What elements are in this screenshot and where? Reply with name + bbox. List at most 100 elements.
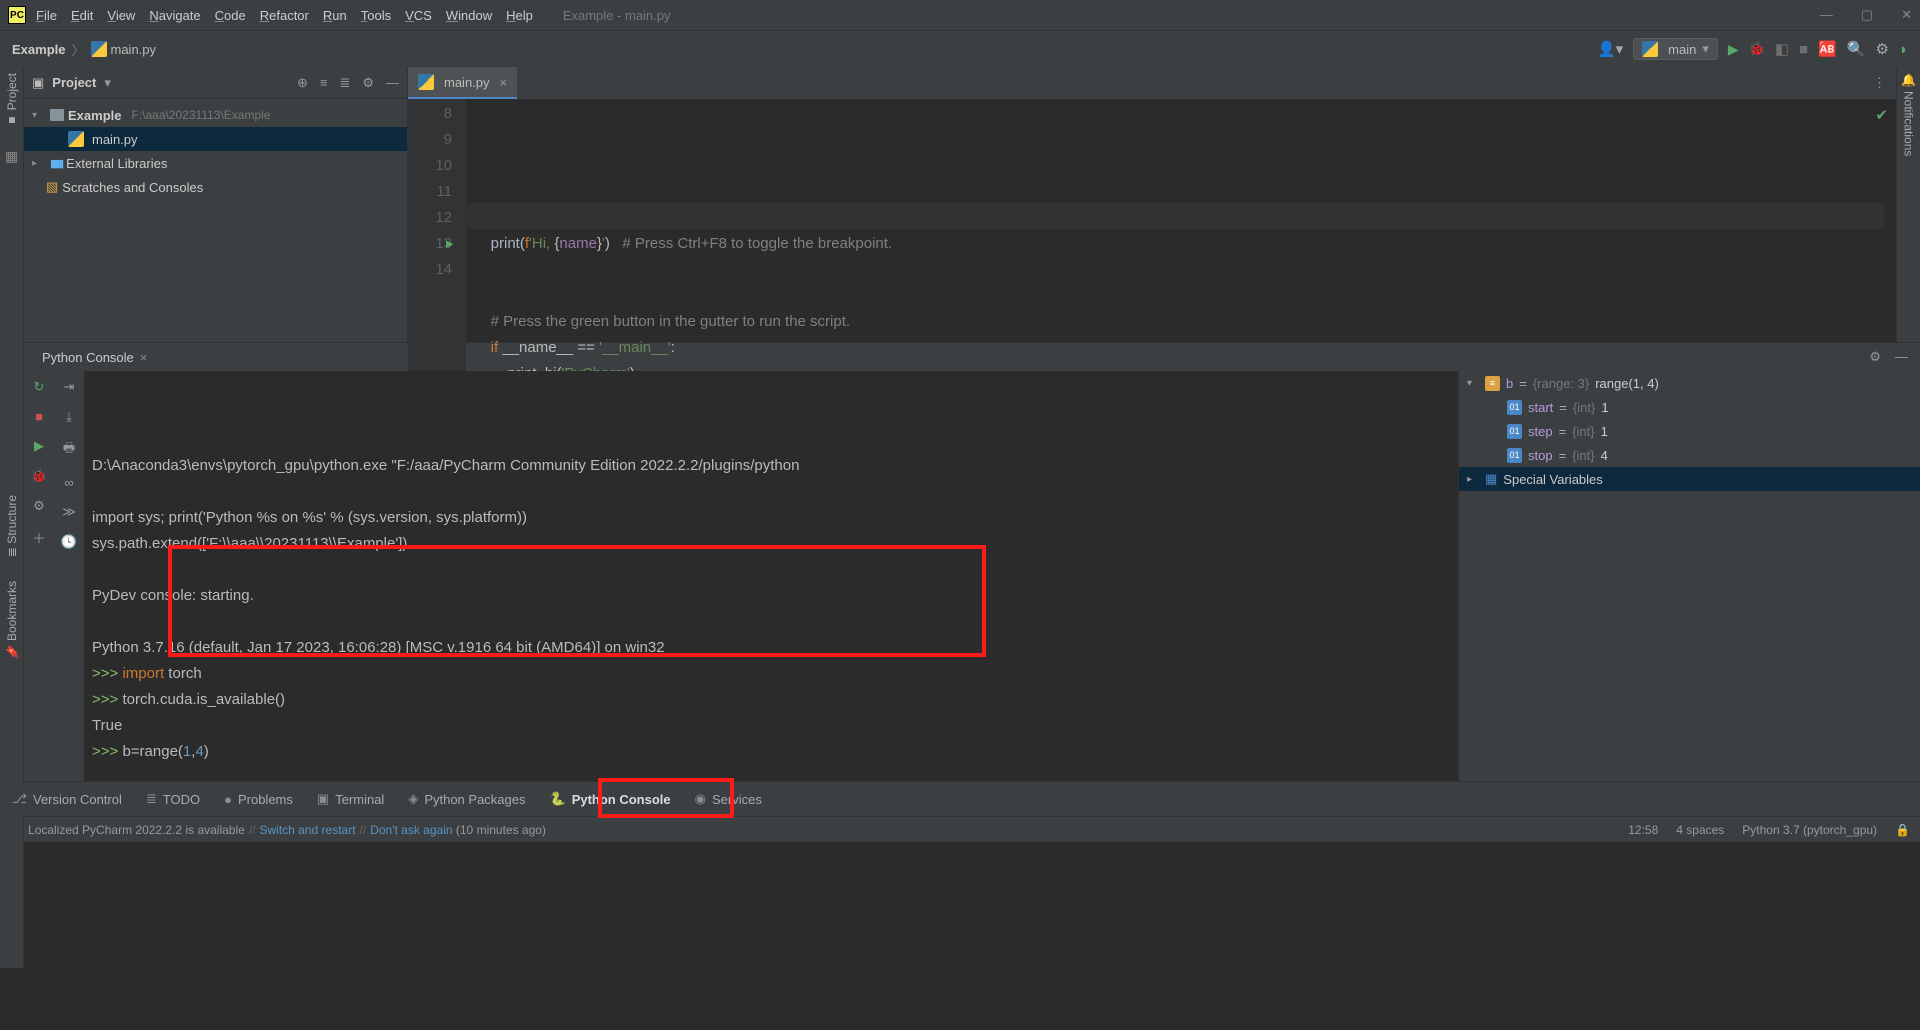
chevron-down-icon[interactable]: ▾ xyxy=(104,75,111,91)
status-link-dismiss[interactable]: Don't ask again xyxy=(370,823,452,837)
gutter[interactable]: 89101112▸1314 xyxy=(408,99,466,389)
var-type-icon: 01 xyxy=(1507,448,1522,463)
chevron-right-icon[interactable]: ▸ xyxy=(32,158,46,169)
menu-file[interactable]: File xyxy=(36,8,57,23)
var-value: 1 xyxy=(1601,424,1608,439)
hide-panel-icon[interactable]: — xyxy=(386,75,399,91)
menu-run[interactable]: Run xyxy=(323,8,347,23)
tree-root[interactable]: ▾ Example F:\aaa\20231113\Example xyxy=(24,103,407,127)
scroll-end-icon[interactable]: ⤓ xyxy=(66,409,72,425)
tool-window-version-control[interactable]: ⎇Version Control xyxy=(12,791,122,807)
run-button[interactable]: ▶ xyxy=(1728,41,1739,58)
status-indent[interactable]: 4 spaces xyxy=(1676,823,1724,837)
tool-label: Version Control xyxy=(33,792,122,807)
code-line[interactable]: if __name__ == '__main__': xyxy=(474,335,1888,361)
console-settings-icon[interactable]: ⚙ xyxy=(33,498,45,514)
tool-icon: ● xyxy=(224,792,232,807)
debug-icon[interactable]: 🐞 xyxy=(31,468,47,484)
code-line[interactable]: print(f'Hi, {name}') # Press Ctrl+F8 to … xyxy=(474,231,1888,257)
editor-more-icon[interactable]: ⋮ xyxy=(1863,75,1896,91)
minimize-button[interactable]: — xyxy=(1820,7,1833,23)
code-line[interactable] xyxy=(474,257,1888,283)
code-line[interactable]: # Press the green button in the gutter t… xyxy=(474,309,1888,335)
menu-view[interactable]: View xyxy=(107,8,135,23)
tree-scratches[interactable]: ▧ Scratches and Consoles xyxy=(24,175,407,199)
status-link-restart[interactable]: Switch and restart xyxy=(259,823,355,837)
hide-panel-icon[interactable]: — xyxy=(1895,349,1908,365)
editor-tab-main[interactable]: main.py × xyxy=(408,67,517,99)
close-tab-icon[interactable]: × xyxy=(500,75,508,90)
tool-window-problems[interactable]: ●Problems xyxy=(224,792,293,807)
code-line[interactable] xyxy=(474,283,1888,309)
var-field[interactable]: 01 step = {int} 1 xyxy=(1459,419,1920,443)
coverage-button[interactable]: ◧ xyxy=(1775,40,1789,58)
menu-refactor[interactable]: Refactor xyxy=(260,8,309,23)
menu-vcs[interactable]: VCS xyxy=(405,8,432,23)
left-tool-strip: ■ Project ▦ xyxy=(0,67,24,342)
status-time: 12:58 xyxy=(1628,823,1658,837)
run-config-selector[interactable]: main ▾ xyxy=(1633,38,1718,60)
python-file-icon xyxy=(418,74,434,90)
tool-window-python-packages[interactable]: ◈Python Packages xyxy=(408,791,525,807)
console-line: True xyxy=(92,713,1450,739)
status-interpreter[interactable]: Python 3.7 (pytorch_gpu) xyxy=(1742,823,1877,837)
menu-window[interactable]: Window xyxy=(446,8,492,23)
tree-file-main[interactable]: main.py xyxy=(24,127,407,151)
tree-root-path: F:\aaa\20231113\Example xyxy=(131,108,270,122)
settings-icon[interactable]: ⚙ xyxy=(1875,40,1888,58)
console-output[interactable]: D:\Anaconda3\envs\pytorch_gpu\python.exe… xyxy=(84,371,1458,781)
tool-window-terminal[interactable]: ▣Terminal xyxy=(317,791,384,807)
console-line xyxy=(92,479,1450,505)
var-field[interactable]: 01 start = {int} 1 xyxy=(1459,395,1920,419)
code-lines[interactable]: ✔ # Use a breakpoint in the code line be… xyxy=(466,99,1896,389)
panel-settings-icon[interactable]: ⚙ xyxy=(362,75,374,91)
print-icon[interactable]: 🖶 xyxy=(63,439,75,461)
menu-help[interactable]: Help xyxy=(506,8,533,23)
collapse-all-icon[interactable]: ≣ xyxy=(339,75,350,91)
breadcrumb-project[interactable]: Example xyxy=(12,42,65,57)
chevron-right-icon[interactable]: ▸ xyxy=(1467,474,1479,485)
editor: main.py × ⋮ 89101112▸1314 ✔ # Use a brea… xyxy=(408,67,1896,342)
structure-tool-button[interactable]: ≣ Structure xyxy=(5,495,19,557)
notifications-tool-button[interactable]: 🔔 Notifications xyxy=(1902,73,1916,156)
soft-wrap-icon[interactable]: ⇥ xyxy=(64,379,75,395)
bookmarks-tool-button[interactable]: 🔖 Bookmarks xyxy=(5,581,19,659)
chevron-down-icon[interactable]: ▾ xyxy=(32,110,46,121)
console-more-icon[interactable]: ≫ xyxy=(62,504,76,520)
menu-tools[interactable]: Tools xyxy=(361,8,391,23)
add-user-icon[interactable]: 👤▾ xyxy=(1597,40,1623,58)
code-area[interactable]: 89101112▸1314 ✔ # Use a breakpoint in th… xyxy=(408,99,1896,389)
var-special[interactable]: ▸ ▦ Special Variables xyxy=(1459,467,1920,491)
project-tool-button[interactable]: ■ Project xyxy=(5,73,19,128)
close-tab-icon[interactable]: × xyxy=(140,350,148,365)
run-icon[interactable]: ▶ xyxy=(34,438,44,454)
stop-button[interactable]: ■ xyxy=(1799,41,1808,58)
menu-code[interactable]: Code xyxy=(215,8,246,23)
stop-icon[interactable]: ■ xyxy=(35,409,43,424)
commit-tool-icon[interactable]: ▦ xyxy=(5,148,18,165)
console-container: Python Console × ⚙ — ↻ ■ ▶ 🐞 ⚙ ＋ ⇥ ⤓ 🖶 ∞… xyxy=(0,342,1920,781)
status-lock-icon[interactable]: 🔒 xyxy=(1895,823,1910,837)
expand-all-icon[interactable]: ≡ xyxy=(320,75,328,91)
var-name: stop xyxy=(1528,448,1553,463)
show-vars-icon[interactable]: ∞ xyxy=(64,475,73,490)
tree-external-libs[interactable]: ▸ ▮▮▮ External Libraries xyxy=(24,151,407,175)
search-icon[interactable]: 🔍 xyxy=(1847,40,1866,58)
new-console-icon[interactable]: ＋ xyxy=(32,528,45,547)
inspection-ok-icon[interactable]: ✔ xyxy=(1875,103,1888,129)
history-icon[interactable]: 🕓 xyxy=(61,534,77,550)
locate-icon[interactable]: ⊕ xyxy=(297,75,308,91)
tool-window-todo[interactable]: ≣TODO xyxy=(146,791,200,807)
translate-icon[interactable]: 🆎 xyxy=(1818,40,1837,58)
maximize-button[interactable]: ▢ xyxy=(1861,7,1873,23)
menu-navigate[interactable]: Navigate xyxy=(149,8,200,23)
plugin-icon[interactable]: ◗ xyxy=(1899,41,1908,58)
console-tab-label[interactable]: Python Console xyxy=(42,350,134,365)
debug-button[interactable]: 🐞 xyxy=(1749,41,1765,57)
breadcrumb-file[interactable]: main.py xyxy=(111,42,157,57)
menu-edit[interactable]: Edit xyxy=(71,8,93,23)
var-special-label: Special Variables xyxy=(1503,472,1602,487)
close-button[interactable]: ✕ xyxy=(1901,7,1912,23)
rerun-icon[interactable]: ↻ xyxy=(34,379,45,395)
var-field[interactable]: 01 stop = {int} 4 xyxy=(1459,443,1920,467)
